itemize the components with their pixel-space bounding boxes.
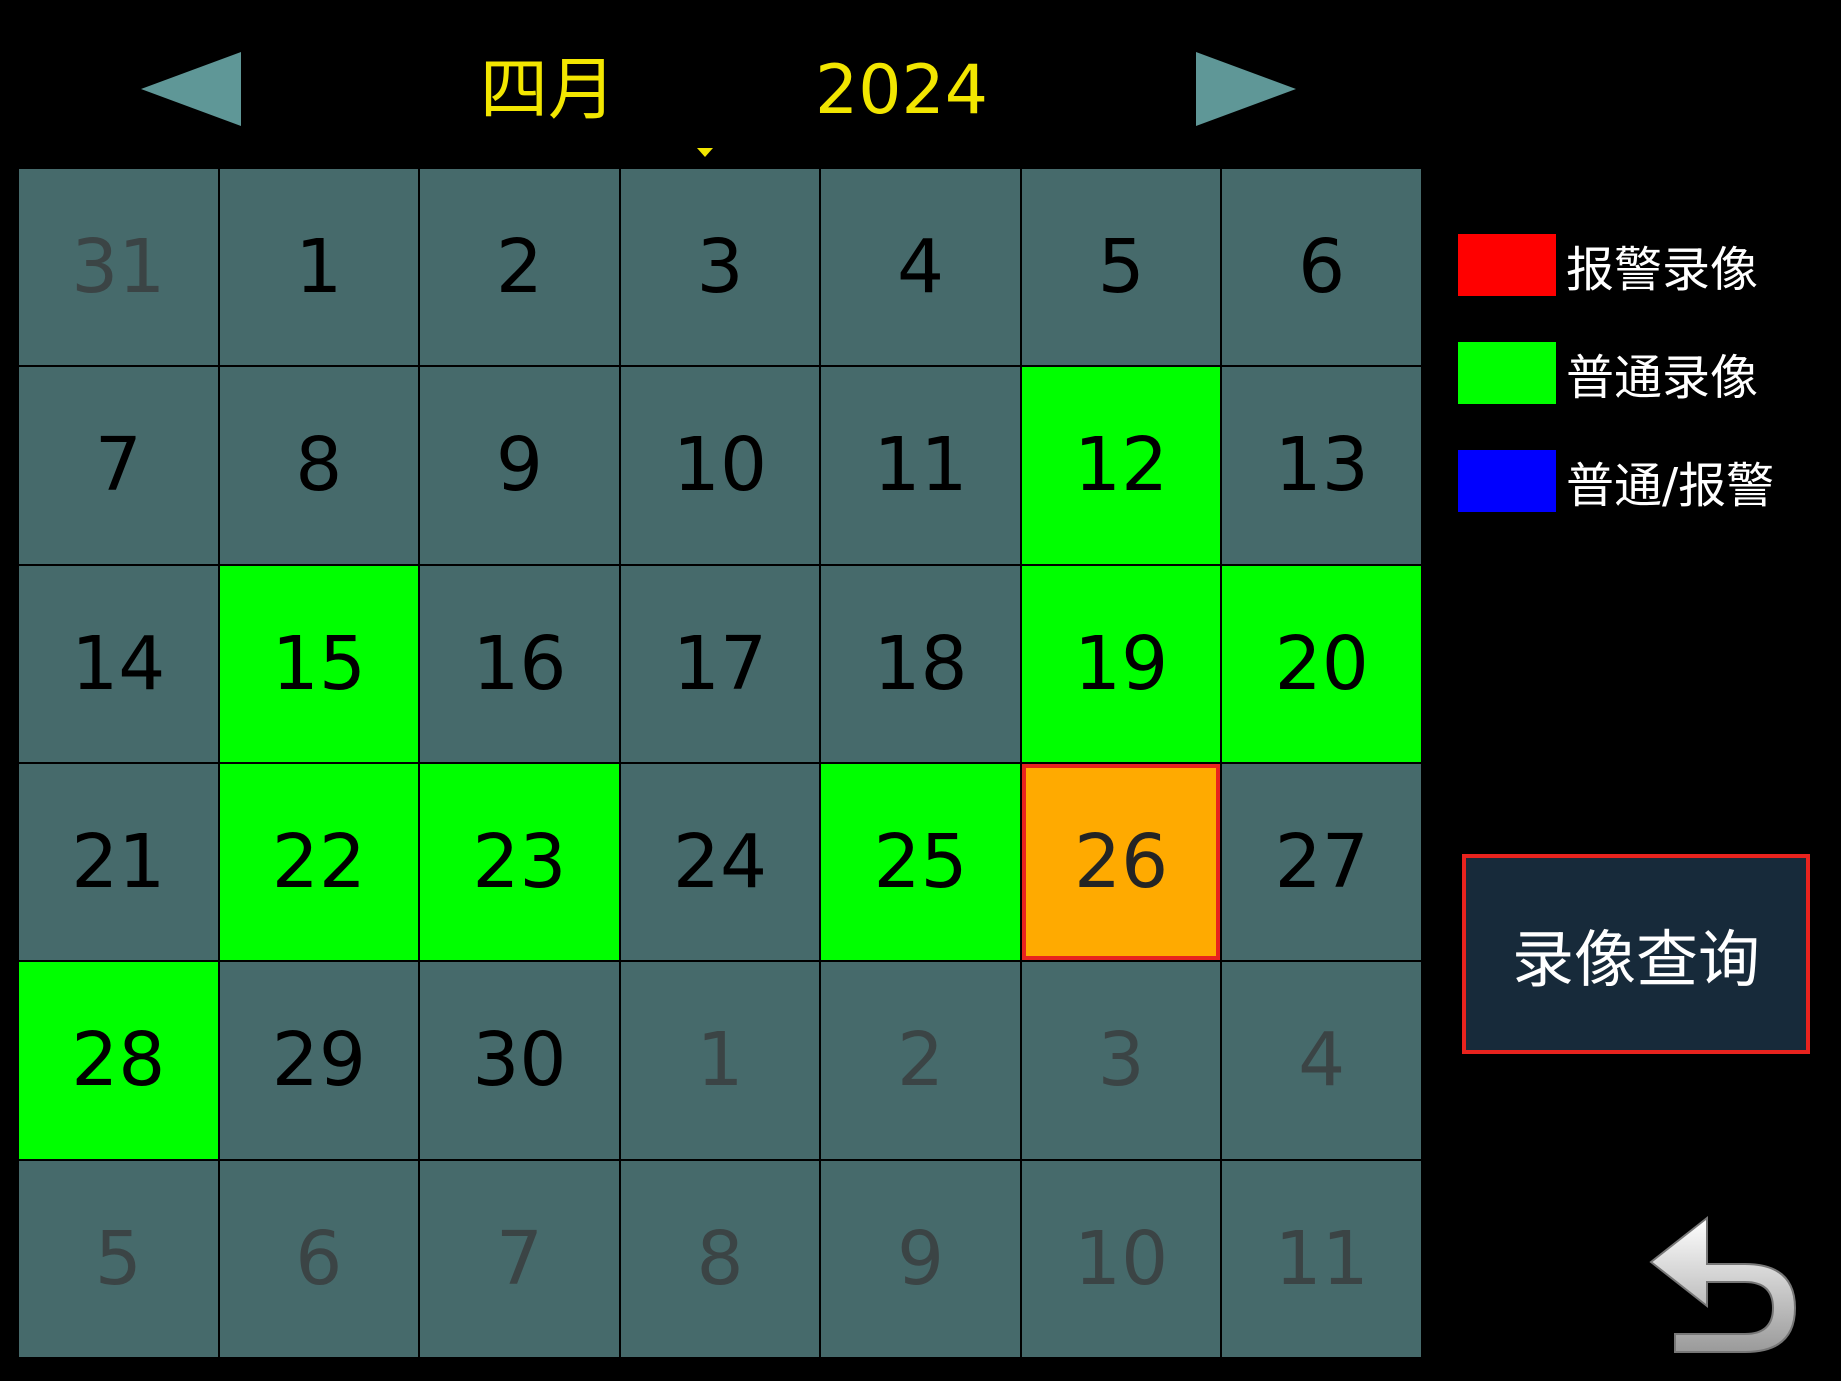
calendar-day[interactable]: 11 [1222, 1160, 1421, 1357]
prev-month-button[interactable] [141, 52, 241, 126]
calendar-day[interactable]: 13 [1222, 367, 1421, 564]
calendar-day[interactable]: 31 [19, 169, 218, 366]
return-arrow-icon [1649, 1215, 1797, 1353]
calendar-day[interactable]: 1 [219, 169, 419, 366]
calendar-day[interactable]: 23 [420, 763, 619, 961]
triangle-right-icon [1196, 52, 1296, 126]
calendar-day[interactable]: 8 [620, 1160, 820, 1357]
legend-normal-recording: 普通录像 [1458, 342, 1758, 406]
calendar-day[interactable]: 15 [219, 565, 419, 762]
calendar-day[interactable]: 4 [821, 169, 1020, 366]
legend-alarm-recording: 报警录像 [1458, 234, 1758, 298]
calendar-day[interactable]: 6 [1222, 169, 1421, 366]
calendar-day[interactable]: 14 [19, 565, 218, 762]
calendar-day[interactable]: 2 [420, 169, 619, 366]
legend-mixed-recording: 普通/报警 [1458, 450, 1774, 514]
calendar-grid: 31 1 2 3 4 5 6 7 8 9 10 11 12 13 14 15 16 17 18 19 20 21 22 23 2… [19, 169, 1421, 1357]
calendar-day[interactable]: 19 [1021, 565, 1221, 762]
calendar-day[interactable]: 30 [420, 962, 619, 1159]
next-month-button[interactable] [1196, 52, 1296, 126]
calendar-day[interactable]: 7 [420, 1160, 619, 1357]
legend-normal-label: 普通录像 [1566, 350, 1759, 406]
calendar-day[interactable]: 20 [1222, 565, 1421, 762]
calendar-day[interactable]: 24 [620, 763, 820, 961]
calendar-day-selected[interactable]: 26 [1021, 763, 1221, 961]
calendar-day[interactable]: 18 [821, 565, 1020, 762]
legend-mixed-swatch [1458, 450, 1556, 512]
calendar-day[interactable]: 27 [1222, 763, 1421, 961]
calendar-day[interactable]: 3 [620, 169, 820, 366]
calendar-day[interactable]: 9 [821, 1160, 1020, 1357]
year-label[interactable]: 2024 [815, 52, 988, 130]
calendar-day[interactable]: 28 [19, 962, 218, 1159]
calendar-day[interactable]: 16 [420, 565, 619, 762]
month-label[interactable]: 四月 [480, 52, 616, 130]
legend-normal-swatch [1458, 342, 1556, 404]
calendar-day[interactable]: 2 [821, 962, 1020, 1159]
calendar-day[interactable]: 10 [620, 367, 820, 564]
calendar-day[interactable]: 17 [620, 565, 820, 762]
legend-alarm-swatch [1458, 234, 1556, 296]
calendar-day[interactable]: 6 [219, 1160, 419, 1357]
calendar-day[interactable]: 1 [620, 962, 820, 1159]
calendar-day[interactable]: 4 [1222, 962, 1421, 1159]
record-query-button[interactable]: 录像查询 [1462, 854, 1810, 1054]
triangle-left-icon [141, 52, 241, 126]
back-button[interactable] [1645, 1210, 1805, 1360]
dropdown-marker-icon [697, 148, 713, 157]
legend-alarm-label: 报警录像 [1566, 242, 1759, 298]
calendar-day[interactable]: 21 [19, 763, 218, 961]
calendar-day[interactable]: 11 [821, 367, 1020, 564]
calendar-day[interactable]: 8 [219, 367, 419, 564]
calendar-day[interactable]: 9 [420, 367, 619, 564]
calendar-day[interactable]: 5 [19, 1160, 218, 1357]
calendar-day[interactable]: 7 [19, 367, 218, 564]
calendar-day[interactable]: 22 [219, 763, 419, 961]
calendar-day[interactable]: 29 [219, 962, 419, 1159]
legend-mixed-label: 普通/报警 [1566, 458, 1775, 514]
calendar-day[interactable]: 25 [821, 763, 1020, 961]
calendar-day[interactable]: 12 [1021, 367, 1221, 564]
calendar-day[interactable]: 5 [1021, 169, 1221, 366]
calendar-day[interactable]: 3 [1021, 962, 1221, 1159]
calendar-day[interactable]: 10 [1021, 1160, 1221, 1357]
